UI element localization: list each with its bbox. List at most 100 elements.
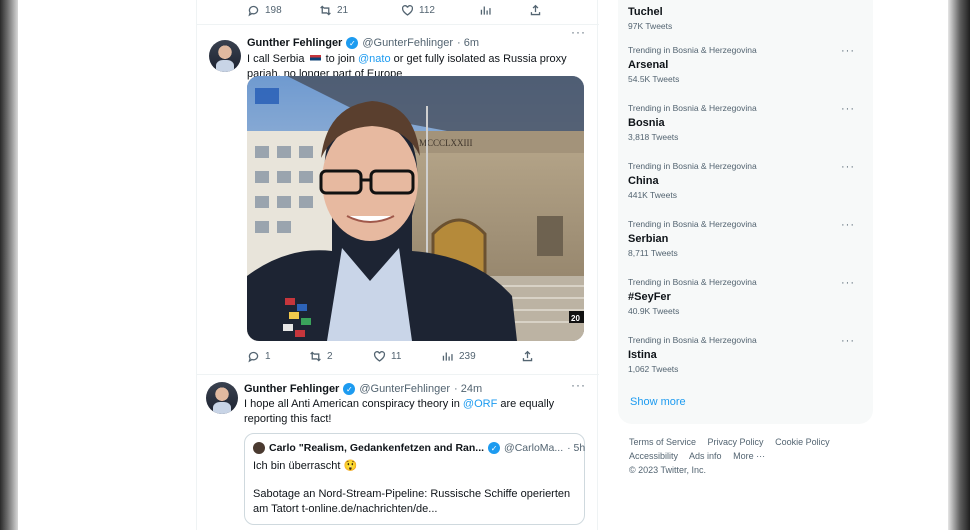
verified-badge-icon: ✓: [488, 442, 501, 454]
avatar[interactable]: [209, 40, 241, 72]
author-name[interactable]: Gunther Fehlinger: [244, 383, 339, 395]
trends-panel: Tuchel 97K Tweets Trending in Bosnia & H…: [618, 0, 873, 424]
heart-icon: [373, 351, 386, 362]
monitor-bezel-left: [0, 0, 18, 530]
trend-item[interactable]: Trending in Bosnia & Herzegovina Serbian…: [628, 219, 863, 258]
trend-count: 1,062 Tweets: [628, 364, 679, 374]
trend-item[interactable]: Tuchel 97K Tweets: [628, 2, 863, 31]
quote-author-name: Carlo "Realism, Gedankenfetzen and Ran..…: [269, 442, 485, 454]
more-options-icon[interactable]: ···: [841, 277, 855, 289]
quote-header: Carlo "Realism, Gedankenfetzen and Ran..…: [269, 442, 585, 454]
photo-badge: 20: [571, 314, 580, 323]
retweet-button[interactable]: 2: [309, 350, 373, 363]
trend-item[interactable]: Trending in Bosnia & Herzegovina #SeyFer…: [628, 277, 863, 316]
analytics-icon: [480, 6, 491, 15]
tweet-header: Gunther Fehlinger ✓ @GunterFehlinger · 2…: [244, 383, 482, 395]
like-count: 112: [419, 5, 435, 16]
tweet-actions: 1 2 11 239: [247, 350, 547, 363]
trend-context: Trending in Bosnia & Herzegovina: [628, 335, 757, 345]
author-handle[interactable]: @GunterFehlinger: [362, 37, 453, 49]
trend-name: Arsenal: [628, 59, 669, 71]
avatar[interactable]: [206, 382, 238, 414]
quote-text: Ich bin überrascht: [253, 460, 341, 472]
author-handle[interactable]: @GunterFehlinger: [359, 383, 450, 395]
verified-badge-icon: ✓: [343, 383, 356, 395]
trend-item[interactable]: Trending in Bosnia & Herzegovina Arsenal…: [628, 45, 863, 84]
trend-context: Trending in Bosnia & Herzegovina: [628, 219, 757, 229]
views-button[interactable]: [479, 4, 529, 17]
share-button[interactable]: [529, 4, 542, 17]
trend-name: Bosnia: [628, 117, 665, 129]
trend-count: 8,711 Tweets: [628, 248, 678, 258]
quote-author-handle: @CarloMa...: [504, 442, 564, 454]
reply-button[interactable]: 1: [247, 350, 309, 363]
reply-icon: [248, 5, 259, 17]
author-name[interactable]: Gunther Fehlinger: [247, 37, 342, 49]
trend-name: China: [628, 175, 659, 187]
tweet-time[interactable]: · 6m: [457, 37, 479, 49]
more-options-icon[interactable]: ···: [571, 25, 586, 39]
reply-count: 198: [265, 5, 282, 16]
views-button[interactable]: 239: [441, 350, 521, 363]
previous-tweet-actions: 198 21 112: [247, 4, 547, 17]
mention-link[interactable]: @nato: [358, 53, 391, 65]
retweet-icon: [320, 5, 331, 16]
trend-context: Trending in Bosnia & Herzegovina: [628, 45, 757, 55]
trend-name: Tuchel: [628, 6, 663, 18]
trend-name: Serbian: [628, 233, 669, 245]
trend-name: Istina: [628, 349, 657, 361]
quoted-tweet[interactable]: Carlo "Realism, Gedankenfetzen and Ran..…: [244, 433, 585, 525]
like-count: 11: [391, 351, 402, 362]
quote-time: · 5h: [567, 442, 586, 454]
footer-links: Terms of Service Privacy Policy Cookie P…: [629, 435, 869, 477]
text-part: I hope all Anti American conspiracy theo…: [244, 398, 463, 410]
trend-item[interactable]: Trending in Bosnia & Herzegovina Bosnia …: [628, 103, 863, 142]
heart-icon: [401, 5, 414, 16]
cookie-link[interactable]: Cookie Policy: [775, 437, 830, 447]
timeline-feed: 198 21 112 Gunther Fehlinger ✓ @GunterFe…: [196, 0, 599, 530]
trend-item[interactable]: Trending in Bosnia & Herzegovina China 4…: [628, 161, 863, 200]
quote-avatar: [253, 442, 265, 454]
tweet-time[interactable]: · 24m: [454, 383, 482, 395]
text-part: to join: [322, 53, 359, 65]
trend-count: 441K Tweets: [628, 190, 677, 200]
trend-count: 40.9K Tweets: [628, 306, 680, 316]
analytics-icon: [442, 352, 453, 361]
serbia-flag-icon: [309, 55, 321, 64]
tweet-photo[interactable]: MCCCLXXIII 20: [247, 76, 584, 341]
more-options-icon[interactable]: ···: [841, 219, 855, 231]
like-button[interactable]: 11: [373, 350, 441, 363]
more-options-icon[interactable]: ···: [841, 335, 855, 347]
more-options-icon[interactable]: ···: [841, 161, 855, 173]
more-options-icon[interactable]: ···: [841, 45, 855, 57]
retweet-button[interactable]: 21: [319, 4, 401, 17]
reply-button[interactable]: 198: [247, 4, 319, 17]
show-more-link[interactable]: Show more: [630, 396, 686, 408]
monitor-bezel-right: [948, 0, 970, 530]
accessibility-link[interactable]: Accessibility: [629, 451, 678, 461]
terms-link[interactable]: Terms of Service: [629, 437, 696, 447]
trend-context: Trending in Bosnia & Herzegovina: [628, 277, 757, 287]
more-options-icon[interactable]: ···: [841, 103, 855, 115]
trend-context: Trending in Bosnia & Herzegovina: [628, 103, 757, 113]
photo-scene: MCCCLXXIII 20: [247, 76, 584, 341]
privacy-link[interactable]: Privacy Policy: [708, 437, 764, 447]
reply-icon: [248, 351, 259, 363]
reply-count: 1: [265, 351, 271, 362]
more-link[interactable]: More ···: [733, 451, 765, 461]
share-icon: [522, 350, 533, 362]
copyright: © 2023 Twitter, Inc.: [629, 465, 707, 475]
trend-item[interactable]: Trending in Bosnia & Herzegovina Istina …: [628, 335, 863, 374]
trend-count: 54.5K Tweets: [628, 74, 680, 84]
mention-link[interactable]: @ORF: [463, 398, 497, 410]
tweet[interactable]: Gunther Fehlinger ✓ @GunterFehlinger · 6…: [197, 24, 599, 374]
more-options-icon[interactable]: ···: [571, 378, 586, 392]
like-button[interactable]: 112: [401, 4, 479, 17]
views-count: 239: [459, 351, 476, 362]
retweet-count: 2: [327, 351, 333, 362]
verified-badge-icon: ✓: [346, 37, 359, 49]
retweet-icon: [310, 351, 321, 362]
text-part: I call Serbia: [247, 53, 305, 65]
share-button[interactable]: [521, 350, 534, 363]
ads-info-link[interactable]: Ads info: [689, 451, 722, 461]
